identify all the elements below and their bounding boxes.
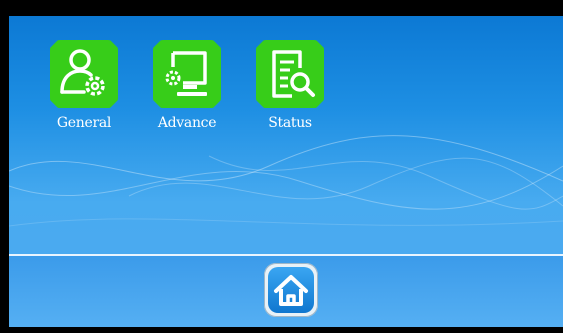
- decorative-waves: [9, 135, 563, 227]
- monitor-gear-icon: [153, 40, 221, 108]
- home-icon: [274, 275, 308, 306]
- general-label: General: [56, 115, 112, 131]
- status-label: Status: [268, 115, 312, 131]
- status-button[interactable]: [256, 40, 324, 108]
- advance-label: Advance: [157, 115, 217, 131]
- advance-button[interactable]: [153, 40, 221, 108]
- document-search-icon: [256, 40, 324, 108]
- user-gear-icon: [50, 40, 118, 108]
- home-button[interactable]: [264, 263, 318, 317]
- home-button-face: [268, 267, 314, 313]
- general-button[interactable]: [50, 40, 118, 108]
- hmi-screen: General Advance Status: [9, 16, 563, 327]
